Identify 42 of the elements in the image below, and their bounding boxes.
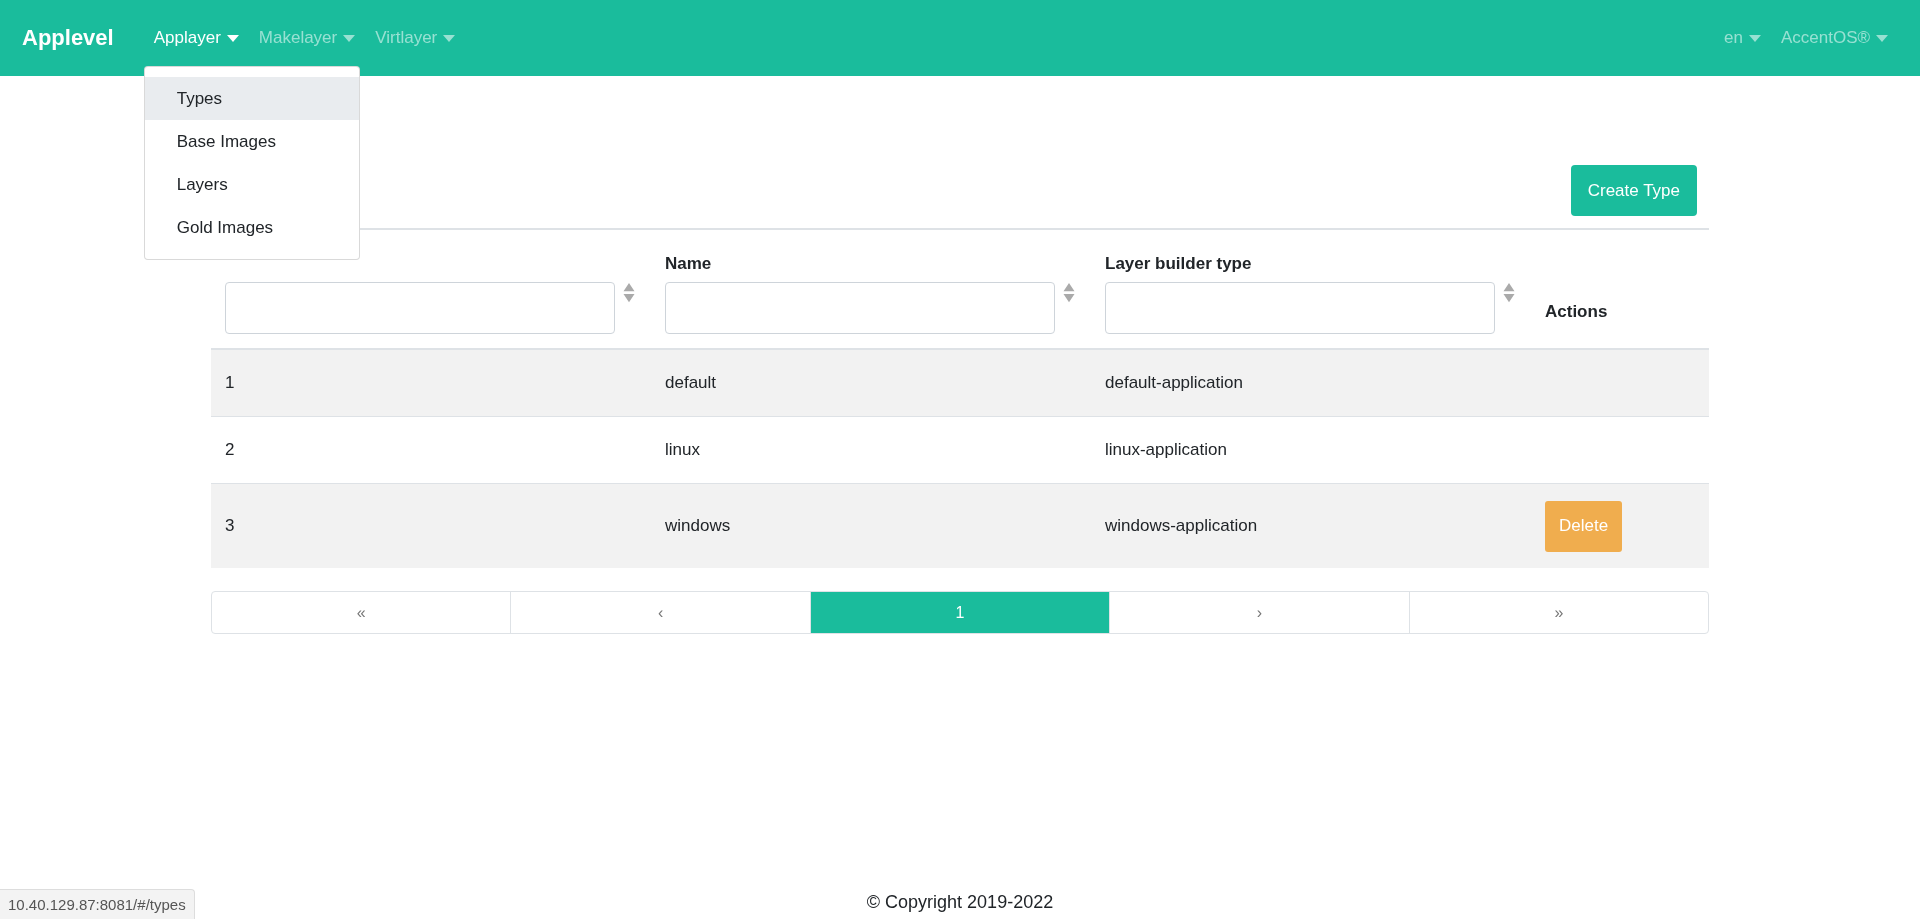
sort-icon[interactable] [1063,282,1075,304]
page-link[interactable]: ‹ [510,592,810,633]
nav-menu[interactable]: en [1714,20,1771,56]
caret-icon [443,34,456,42]
table-cell: 3 [225,516,235,535]
dropdown-item[interactable]: Gold Images [144,206,359,249]
table-cell: default-application [1105,373,1243,392]
dropdown-item[interactable]: Layers [144,163,359,206]
nav-menu[interactable]: Virtlayer [365,20,466,56]
copyright-text: © Copyright 2019-2022 [866,892,1054,912]
page-link[interactable]: « [212,592,511,633]
column-header: Layer builder type [1105,254,1252,274]
dropdown-item[interactable]: Types [144,77,359,120]
table-cell: default [665,373,717,392]
dropdown-item[interactable]: Base Images [144,120,359,163]
filter-field[interactable] [665,282,1055,334]
page-link[interactable]: » [1408,592,1708,633]
status-url: 10.40.129.87:8081/#/types [0,889,195,919]
caret-icon [226,34,239,42]
caret-icon [1876,34,1888,42]
column-header: Actions [1545,302,1608,322]
nav-menu[interactable]: AccentOS® [1770,20,1898,56]
table-cell: 2 [225,440,235,459]
nav-menu[interactable]: Applayer [143,20,249,56]
table-cell: linux [665,440,700,459]
brand-link[interactable]: Applevel [22,25,114,51]
caret-icon [1748,34,1761,42]
sort-icon[interactable] [623,282,635,304]
delete-button[interactable]: Delete [1545,500,1623,552]
table-cell: 1 [225,373,235,392]
create-button[interactable]: Create Type [1570,165,1697,216]
sort-icon[interactable] [1503,282,1515,304]
caret-icon [343,34,356,42]
filter-field[interactable] [1105,282,1495,334]
table-cell: windows [665,516,731,535]
page-link[interactable]: › [1109,592,1409,633]
page-link[interactable]: 1 [809,592,1110,633]
nav-menu[interactable]: Makelayer [248,20,366,56]
filter-field[interactable] [225,282,615,334]
table-cell: linux-application [1105,440,1227,459]
column-header: Name [665,254,712,274]
table-cell: windows-application [1105,516,1258,535]
